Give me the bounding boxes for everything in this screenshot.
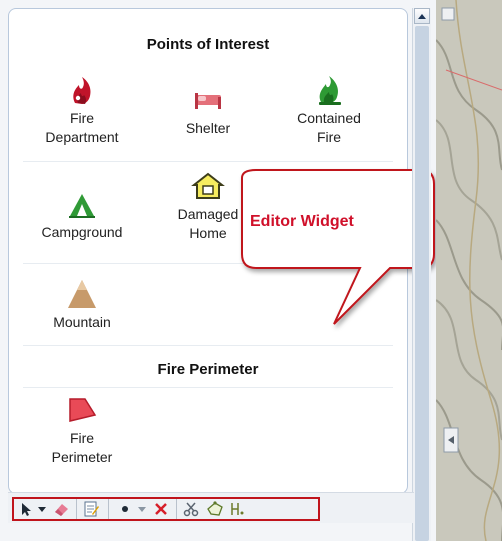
cut-scissors-icon[interactable] (182, 501, 200, 517)
toolbar-separator (176, 499, 177, 519)
panel-scrollbar[interactable] (412, 8, 431, 541)
dropdown-arrow-icon[interactable] (136, 501, 148, 517)
select-arrow-icon[interactable] (18, 501, 36, 517)
chevron-up-icon (418, 14, 426, 19)
toolbar-separator (76, 499, 77, 519)
scroll-thumb[interactable] (415, 26, 429, 541)
scroll-up-button[interactable] (414, 8, 430, 24)
topographic-map-image (436, 0, 502, 541)
delete-x-icon[interactable] (152, 501, 170, 517)
toolbar-separator (108, 499, 109, 519)
reshape-icon[interactable] (206, 501, 224, 517)
map-view[interactable] (436, 0, 502, 541)
merge-icon[interactable] (228, 501, 246, 517)
attributes-icon[interactable] (82, 501, 100, 517)
point-icon[interactable] (116, 501, 134, 517)
dropdown-arrow-icon[interactable] (36, 501, 48, 517)
eraser-icon[interactable] (52, 501, 70, 517)
callout-label: Editor Widget (250, 213, 354, 230)
